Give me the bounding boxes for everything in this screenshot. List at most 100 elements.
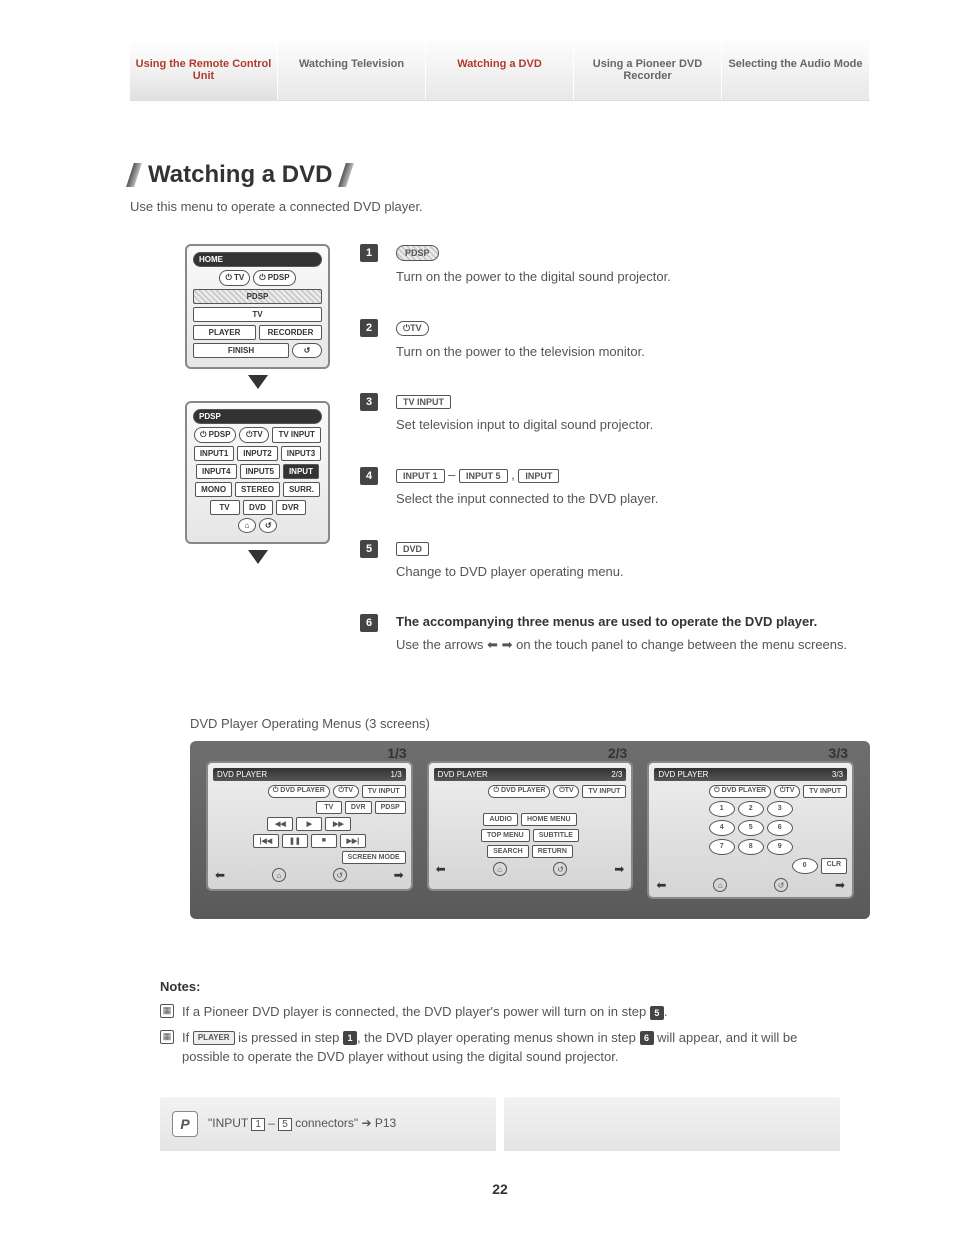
remote-dvr: DVR bbox=[276, 500, 306, 515]
remote-stereo: STEREO bbox=[235, 482, 280, 497]
home-icon: ⌂ bbox=[493, 862, 507, 876]
home-icon: ⌂ bbox=[272, 868, 286, 882]
remote-finish: FINISH bbox=[193, 343, 289, 358]
remote-mono: MONO bbox=[195, 482, 232, 497]
footer-reference: P "INPUT 1 – 5 connectors" ➔ P13 bbox=[160, 1097, 496, 1151]
title-decoration bbox=[126, 163, 142, 187]
arrow-left-icon: ⬅ bbox=[436, 862, 446, 876]
tab-dvd[interactable]: Watching a DVD bbox=[426, 40, 574, 100]
arrow-right-icon: ➡ bbox=[614, 862, 624, 876]
num-9: 9 bbox=[767, 839, 793, 855]
comma: , bbox=[511, 467, 515, 482]
step3-desc: Set television input to digital sound pr… bbox=[396, 415, 870, 435]
note-icon: ▦ bbox=[160, 1030, 174, 1044]
remote-input4: INPUT4 bbox=[196, 464, 236, 479]
return-icon: ↺ bbox=[553, 862, 567, 876]
remote-player-item: PLAYER bbox=[193, 325, 256, 340]
step-number: 2 bbox=[360, 319, 378, 337]
num-8: 8 bbox=[738, 839, 764, 855]
return-icon: ↺ bbox=[774, 878, 788, 892]
pdsp-header: PDSP bbox=[193, 409, 322, 424]
remote-panel-pdsp: PDSP ⏻ PDSP ⏻TV TV INPUT INPUT1 INPUT2 I… bbox=[185, 401, 330, 544]
sc-topmenu: TOP MENU bbox=[481, 829, 530, 842]
screen-frac: 2/3 bbox=[608, 745, 627, 761]
title-decoration bbox=[339, 163, 355, 187]
step4-pill-input1: INPUT 1 bbox=[396, 469, 445, 483]
num-2: 2 bbox=[738, 801, 764, 817]
sc-return: RETURN bbox=[532, 845, 573, 858]
remote-input2: INPUT2 bbox=[237, 446, 277, 461]
page-ref-icon: P bbox=[172, 1111, 198, 1137]
remote-surr: SURR. bbox=[283, 482, 320, 497]
remote-pdsp-power: ⏻ PDSP bbox=[194, 427, 236, 443]
step-number: 6 bbox=[360, 614, 378, 632]
tab-audio[interactable]: Selecting the Audio Mode bbox=[722, 40, 870, 100]
arrow-right-icon: ➡ bbox=[502, 637, 513, 652]
step6-desc: Use the arrows ⬅ ➡ on the touch panel to… bbox=[396, 635, 870, 655]
num-7: 7 bbox=[709, 839, 735, 855]
inline-step-1: 1 bbox=[343, 1031, 357, 1045]
sc-tvin: TV INPUT bbox=[803, 785, 847, 798]
screenmode: SCREEN MODE bbox=[342, 851, 406, 864]
screens-box: 1/3 DVD PLAYER1/3 ⏻ DVD PLAYER⏻TVTV INPU… bbox=[190, 741, 870, 919]
stop-icon: ■ bbox=[311, 834, 337, 848]
sc-homemenu: HOME MENU bbox=[521, 813, 577, 826]
tab-bar: Using the Remote Control Unit Watching T… bbox=[130, 40, 870, 101]
step-number: 3 bbox=[360, 393, 378, 411]
page-number: 22 bbox=[130, 1181, 870, 1197]
remote-illustrations: HOME ⏻ TV ⏻ PDSP PDSP TV PLAYER RECORDER… bbox=[130, 244, 330, 576]
sc-dvr-btn: DVR bbox=[345, 801, 372, 814]
step4-pill-input5: INPUT 5 bbox=[459, 469, 508, 483]
remote-back-icon: ↺ bbox=[292, 343, 322, 358]
pause-icon: ❚❚ bbox=[282, 834, 308, 848]
tab-tv[interactable]: Watching Television bbox=[278, 40, 426, 100]
step6-title: The accompanying three menus are used to… bbox=[396, 614, 870, 629]
step4-pill-input: INPUT bbox=[518, 469, 559, 483]
tab-remote[interactable]: Using the Remote Control Unit bbox=[130, 40, 278, 100]
home-icon: ⌂ bbox=[713, 878, 727, 892]
sc-player: ⏻ DVD PLAYER bbox=[488, 785, 550, 798]
num-5: 5 bbox=[738, 820, 764, 836]
sc-tv: ⏻TV bbox=[774, 785, 800, 798]
remote-pdsp-bar: PDSP bbox=[193, 289, 322, 304]
step1-pill-pdsp: PDSP bbox=[396, 245, 439, 261]
step5-desc: Change to DVD player operating menu. bbox=[396, 562, 870, 582]
return-icon: ↺ bbox=[333, 868, 347, 882]
num-1: 1 bbox=[709, 801, 735, 817]
step4-desc: Select the input connected to the DVD pl… bbox=[396, 489, 870, 509]
sc-subtitle: SUBTITLE bbox=[533, 829, 579, 842]
remote-input5: INPUT5 bbox=[240, 464, 280, 479]
note-icon: ▦ bbox=[160, 1004, 174, 1018]
dash: – bbox=[448, 467, 455, 482]
remote-tv-item: TV bbox=[193, 307, 322, 322]
prev-icon: |◀◀ bbox=[253, 834, 279, 848]
play-icon: ▶ bbox=[296, 817, 322, 831]
clr: CLR bbox=[821, 858, 847, 874]
fastfwd-icon: ▶▶ bbox=[325, 817, 351, 831]
inline-player-pill: PLAYER bbox=[193, 1031, 235, 1045]
inline-step-6: 6 bbox=[640, 1031, 654, 1045]
arrow-right-icon: ➡ bbox=[835, 878, 845, 892]
tab-recorder[interactable]: Using a Pioneer DVD Recorder bbox=[574, 40, 722, 100]
sc-player: ⏻ DVD PLAYER bbox=[268, 785, 330, 798]
footer-empty bbox=[504, 1097, 840, 1151]
screen-frac: 3/3 bbox=[829, 745, 848, 761]
home-header: HOME bbox=[193, 252, 322, 267]
remote-tv-input: TV INPUT bbox=[272, 427, 320, 443]
step1-desc: Turn on the power to the digital sound p… bbox=[396, 267, 870, 287]
note2-text: If PLAYER is pressed in step 1, the DVD … bbox=[182, 1028, 840, 1067]
remote-panel-home: HOME ⏻ TV ⏻ PDSP PDSP TV PLAYER RECORDER… bbox=[185, 244, 330, 369]
arrow-right-icon: ➡ bbox=[394, 868, 404, 882]
remote-input1: INPUT1 bbox=[194, 446, 234, 461]
dvd-screen-3: 3/3 DVD PLAYER3/3 ⏻ DVD PLAYER⏻TVTV INPU… bbox=[647, 761, 854, 899]
arrow-left-icon: ⬅ bbox=[215, 868, 225, 882]
sc-tv-btn: TV bbox=[316, 801, 342, 814]
screens-title: DVD Player Operating Menus (3 screens) bbox=[190, 716, 870, 731]
sc-tvin: TV INPUT bbox=[582, 785, 626, 798]
step-number: 1 bbox=[360, 244, 378, 262]
step-number: 4 bbox=[360, 467, 378, 485]
num-6: 6 bbox=[767, 820, 793, 836]
step3-pill-tvinput: TV INPUT bbox=[396, 395, 451, 409]
remote-input3: INPUT3 bbox=[281, 446, 321, 461]
step5-pill-dvd: DVD bbox=[396, 542, 429, 556]
